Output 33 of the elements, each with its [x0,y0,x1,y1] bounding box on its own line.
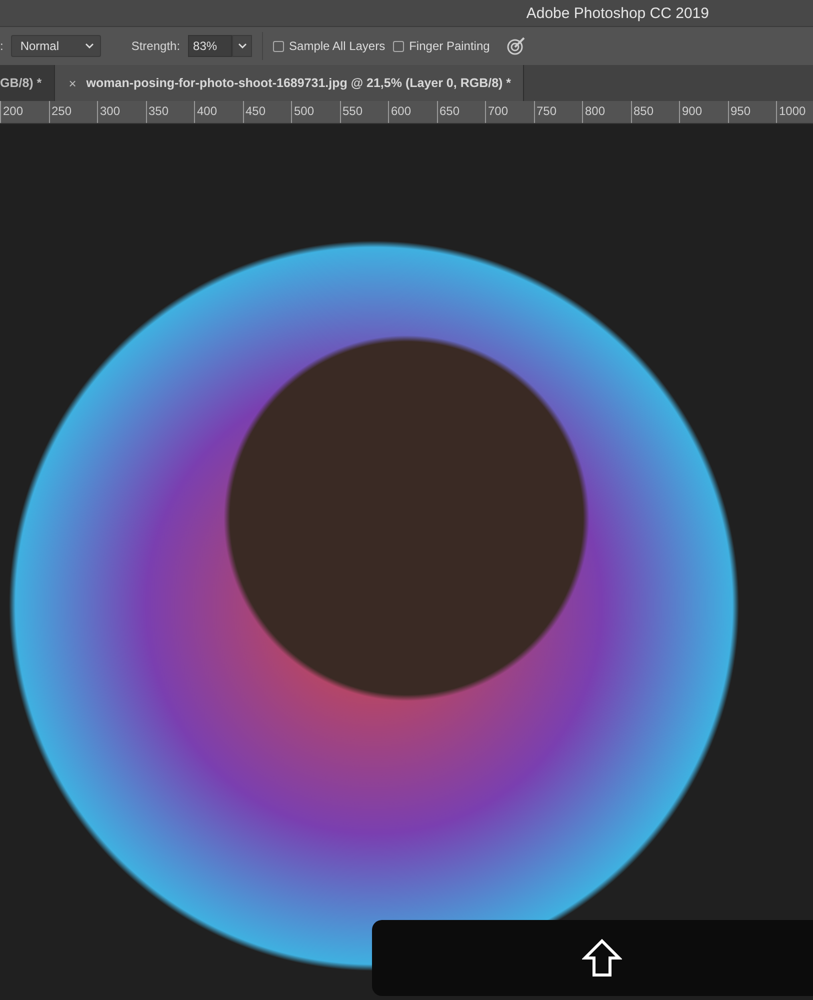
mode-dropdown[interactable]: Normal [11,35,102,57]
ruler-label: 450 [242,101,291,123]
ruler-label: 200 [0,101,48,123]
ruler-label: 850 [630,101,679,123]
ruler-label: 900 [679,101,728,123]
chevron-icon [85,43,94,49]
ruler-label: 600 [388,101,436,123]
ruler-label: 800 [582,101,630,123]
ruler-label: 700 [485,101,534,123]
ruler-label: 350 [146,101,194,123]
checkbox-label: Sample All Layers [289,39,386,53]
document-tab[interactable]: × woman-posing-for-photo-shoot-1689731.jpg @ 21,5% (Layer 0, RGB/8) * [54,65,524,101]
strength-field[interactable]: 83% [188,35,232,57]
ruler-label: 300 [97,101,146,123]
mode-label: : [0,39,4,53]
up-arrow-icon [582,938,622,978]
ruler-label: 1000 [776,101,813,123]
checkbox-label: Finger Painting [409,39,490,53]
strength-dropdown-button[interactable] [232,35,252,57]
ruler-label: 750 [534,101,582,123]
checkbox[interactable] [393,40,404,52]
ruler-label: 550 [340,101,388,123]
strength-label: Strength: [131,39,180,53]
ruler-label: 400 [194,101,242,123]
ruler-label: 950 [728,101,776,123]
ruler-label: 500 [291,101,340,123]
ruler-label: 650 [436,101,485,123]
document-tab[interactable]: GB/8) * [0,65,55,101]
chevron-icon [238,43,247,49]
window-title: Adobe Photoshop CC 2019 [526,4,709,22]
checkbox[interactable] [273,40,284,52]
brush-target-icon[interactable] [506,36,526,56]
ruler-label: 250 [48,101,97,123]
